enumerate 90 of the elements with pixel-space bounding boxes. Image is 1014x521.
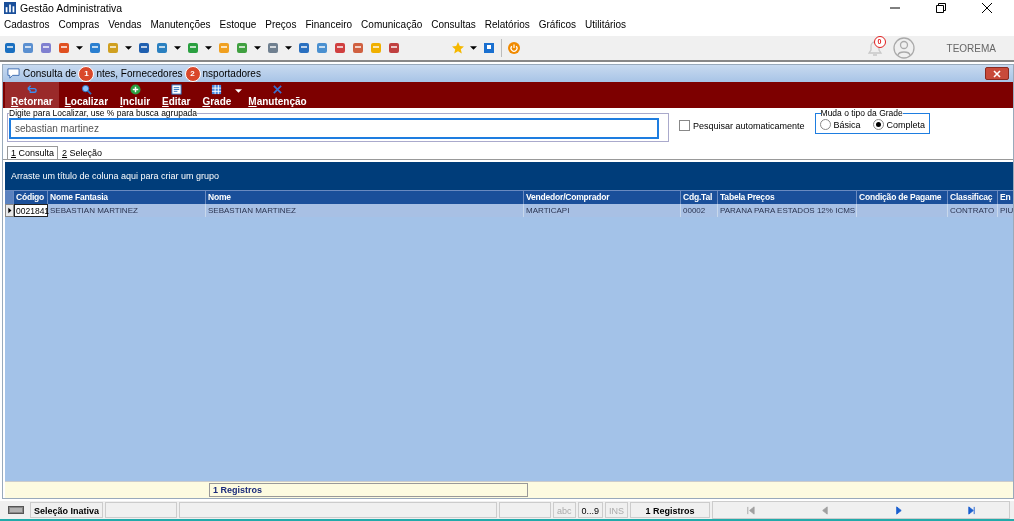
power-icon[interactable] — [508, 42, 520, 54]
step-marker: 1 — [78, 65, 95, 82]
status-record-count: 1 Registros — [630, 502, 711, 518]
plus-icon — [129, 83, 141, 95]
menu-item[interactable]: Cadastros — [4, 18, 50, 30]
toolbar-icon[interactable] — [4, 42, 16, 54]
close-icon — [993, 69, 1001, 78]
toolbar-icon[interactable] — [187, 42, 199, 54]
menu-item[interactable]: Financeiro — [305, 18, 353, 30]
navigation-icon[interactable] — [967, 505, 977, 515]
toolbar-icon[interactable] — [138, 42, 150, 54]
child-window-title: ntes, Fornecedores — [96, 68, 183, 79]
search-legend: Digite para Localizar, use % para busca agrupada — [9, 108, 198, 118]
dropdown-caret-icon[interactable] — [205, 46, 212, 50]
toolbar-icon[interactable] — [388, 42, 400, 54]
cross-tools-icon — [272, 83, 283, 95]
table-cell: SEBASTIAN MARTINEZ — [48, 204, 206, 217]
table-cell: PARANA PARA ESTADOS 12% ICMS — [718, 204, 857, 217]
action-button[interactable]: Manutenção — [242, 82, 313, 108]
action-button[interactable]: Retornar — [5, 82, 59, 108]
dropdown-caret-icon[interactable] — [285, 46, 292, 50]
child-window-title: Consulta de — [23, 68, 77, 79]
toolbar-icon[interactable] — [316, 42, 328, 54]
toolbar-icon[interactable] — [267, 42, 279, 54]
group-hint: Arraste um título de coluna aqui para criar um grupo — [11, 171, 220, 181]
navigation-icon[interactable] — [893, 505, 903, 515]
grid-type-legend: Muda o tipo da Grade — [820, 108, 903, 118]
window-title: Gestão Administrativa — [20, 2, 123, 14]
close-icon[interactable] — [982, 3, 992, 13]
dropdown-caret-icon[interactable] — [174, 46, 181, 50]
close-button[interactable] — [985, 67, 1009, 80]
radio-label[interactable]: Completa — [886, 119, 926, 130]
action-button[interactable]: Grade — [196, 82, 238, 108]
chat-icon — [7, 67, 20, 80]
toolbar-icon[interactable] — [334, 42, 346, 54]
menu-item[interactable]: Vendas — [108, 18, 142, 30]
radio-label[interactable]: Básica — [833, 119, 861, 130]
toolbar-icon[interactable] — [298, 42, 310, 54]
toolbar-icon[interactable] — [483, 42, 495, 54]
table-cell: CONTRATO — [948, 204, 998, 217]
dropdown-caret-icon[interactable] — [125, 46, 132, 50]
checkbox[interactable] — [679, 120, 690, 131]
status-indicator: INS — [605, 502, 629, 518]
table-cell: PIU — [998, 204, 1014, 217]
restore-icon[interactable] — [936, 3, 946, 13]
radio-button[interactable] — [819, 119, 831, 130]
toolbar-icon[interactable] — [352, 42, 364, 54]
menu-item[interactable]: Comunicação — [361, 18, 423, 30]
toolbar-icon[interactable] — [236, 42, 248, 54]
menu-item[interactable]: Consultas — [431, 18, 476, 30]
search-field[interactable]: sebastian martinez — [9, 118, 659, 139]
grid-icon — [211, 83, 223, 95]
status-indicator: 0...9 — [577, 502, 604, 518]
return-arrow-icon — [26, 83, 38, 95]
dropdown-caret-icon[interactable] — [470, 46, 477, 50]
star-icon[interactable] — [452, 42, 464, 54]
menu-item[interactable]: Compras — [58, 18, 100, 30]
user-name: TEOREMA — [946, 42, 996, 54]
row-pointer-icon — [5, 204, 14, 217]
table-cell: 00002 — [681, 204, 718, 217]
action-button[interactable]: Editar — [156, 82, 197, 108]
checkbox-label[interactable]: Pesquisar automaticamente — [693, 120, 805, 131]
tab[interactable]: 2 Seleção — [58, 146, 107, 159]
toolbar-icon[interactable] — [156, 42, 168, 54]
table-cell: SEBASTIAN MARTINEZ — [206, 204, 524, 217]
dropdown-caret-icon[interactable] — [254, 46, 261, 50]
menu-item[interactable]: Utilitários — [585, 18, 627, 30]
document-icon — [170, 83, 182, 95]
radio-button[interactable] — [872, 119, 884, 130]
keyboard-icon — [8, 506, 24, 514]
dropdown-caret-icon[interactable] — [76, 46, 83, 50]
selection-status: Seleção Inativa — [30, 502, 104, 518]
toolbar-icon[interactable] — [40, 42, 52, 54]
record-count: 1 Registros — [209, 483, 528, 497]
action-button[interactable]: Incluir — [114, 82, 157, 108]
toolbar-icon[interactable] — [22, 42, 34, 54]
action-button[interactable]: Localizar — [58, 82, 115, 108]
toolbar-icon[interactable] — [58, 42, 70, 54]
search-icon — [80, 83, 92, 95]
menu-item[interactable]: Gráficos — [538, 18, 576, 30]
menu-item[interactable]: Relatórios — [484, 18, 530, 30]
menu-item[interactable]: Manutenções — [150, 18, 211, 30]
tab[interactable]: 1 Consulta — [7, 146, 59, 159]
menu-item[interactable]: Estoque — [219, 18, 257, 30]
step-marker: 2 — [184, 65, 201, 82]
child-window-title: nsportadores — [202, 68, 261, 79]
table-cell: MARTICAPI — [524, 204, 681, 217]
dropdown-caret-icon[interactable] — [235, 89, 243, 93]
menu-item[interactable]: Preços — [265, 18, 297, 30]
toolbar-icon[interactable] — [89, 42, 101, 54]
